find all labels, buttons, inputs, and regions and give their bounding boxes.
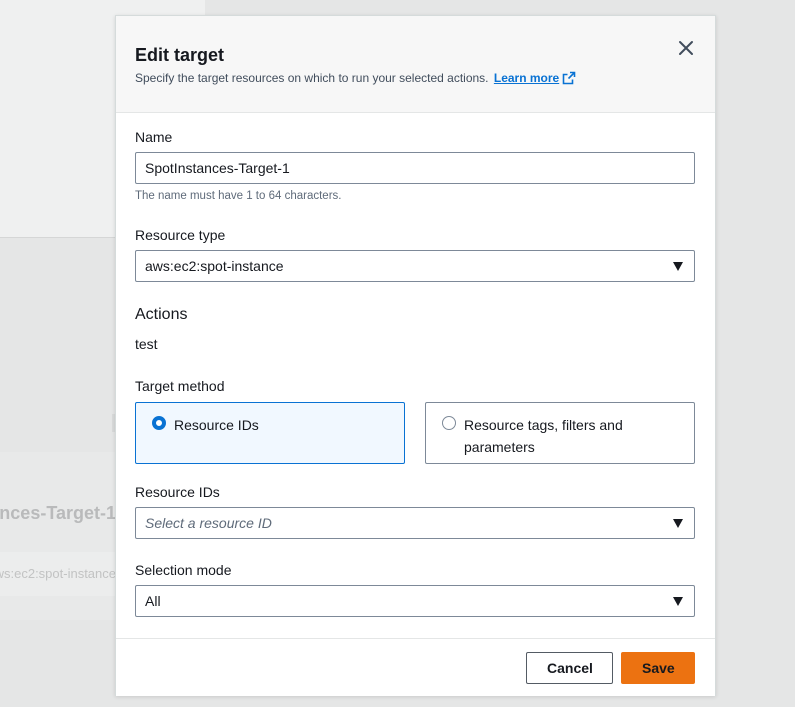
close-button[interactable] bbox=[677, 39, 695, 57]
caret-down-icon bbox=[673, 262, 683, 271]
external-link-icon bbox=[562, 71, 576, 89]
target-method-label: Target method bbox=[135, 378, 225, 394]
selection-mode-select[interactable]: All bbox=[135, 585, 695, 617]
name-label: Name bbox=[135, 129, 173, 145]
selection-mode-value: All bbox=[145, 593, 161, 609]
tile-resource-tags[interactable]: Resource tags, filters and parameters bbox=[425, 402, 695, 464]
close-icon bbox=[677, 41, 695, 61]
radio-icon[interactable] bbox=[442, 416, 456, 430]
background-resource-type: aws:ec2:spot-instance bbox=[0, 566, 116, 581]
tile-label: Resource IDs bbox=[174, 417, 259, 433]
resource-type-value: aws:ec2:spot-instance bbox=[145, 258, 284, 274]
learn-more-label: Learn more bbox=[493, 71, 560, 85]
background-divider bbox=[0, 237, 120, 238]
resource-ids-label: Resource IDs bbox=[135, 484, 220, 500]
modal-title: Edit target bbox=[135, 45, 225, 65]
radio-icon[interactable] bbox=[152, 416, 166, 430]
cancel-button[interactable]: Cancel bbox=[526, 651, 613, 684]
resource-ids-select[interactable]: Select a resource ID bbox=[135, 507, 695, 539]
save-button[interactable]: Save bbox=[621, 651, 695, 684]
edit-target-modal: Edit target Specify the target resources… bbox=[115, 15, 716, 696]
caret-down-icon bbox=[673, 597, 683, 606]
learn-more-link[interactable]: Learn more bbox=[494, 71, 576, 85]
modal-body: Name SpotInstances-Target-1 The name mus… bbox=[116, 113, 715, 617]
actions-heading: Actions bbox=[135, 306, 188, 323]
actions-value: test bbox=[135, 336, 158, 352]
caret-down-icon bbox=[673, 519, 683, 528]
resource-type-label: Resource type bbox=[135, 227, 226, 243]
name-input[interactable]: SpotInstances-Target-1 bbox=[135, 152, 695, 184]
modal-header: Edit target Specify the target resources… bbox=[116, 16, 715, 113]
resource-ids-placeholder: Select a resource ID bbox=[145, 515, 272, 531]
modal-footer: Cancel Save bbox=[116, 638, 715, 696]
name-hint: The name must have 1 to 64 characters. bbox=[135, 190, 342, 202]
selection-mode-label: Selection mode bbox=[135, 562, 232, 578]
description-text: Specify the target resources on which to… bbox=[135, 71, 489, 85]
modal-description: Specify the target resources on which to… bbox=[135, 70, 696, 89]
target-method-tiles: Resource IDs Resource tags, filters and … bbox=[135, 402, 696, 464]
tile-resource-ids[interactable]: Resource IDs bbox=[135, 402, 405, 464]
resource-type-select[interactable]: aws:ec2:spot-instance bbox=[135, 250, 695, 282]
background-target-name: SpotInstances-Target-1 bbox=[0, 503, 116, 523]
tile-label: Resource tags, filters and parameters bbox=[464, 417, 623, 455]
